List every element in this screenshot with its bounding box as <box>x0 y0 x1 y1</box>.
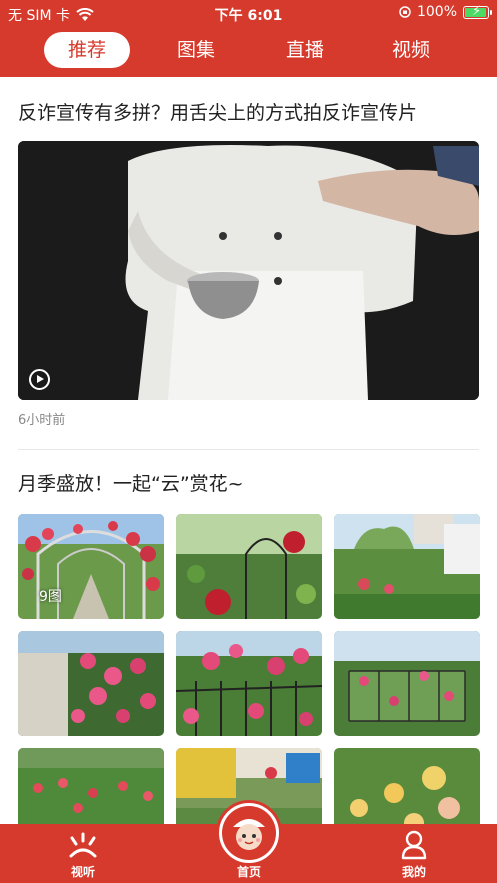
top-header: 无 SIM 卡 下午 6:01 100% ⚡ 推荐 图集 直播 视频 <box>0 0 497 77</box>
photo-thumb[interactable] <box>176 514 322 619</box>
publish-time: 6小时前 <box>18 413 66 428</box>
battery-icon: ⚡ <box>463 4 492 19</box>
tab-gallery[interactable]: 图集 <box>172 32 220 68</box>
tab-live[interactable]: 直播 <box>281 32 329 68</box>
category-tabs: 推荐 图集 直播 视频 <box>0 30 497 70</box>
home-center-button[interactable] <box>216 800 282 866</box>
photo-thumb[interactable]: 9图 <box>18 514 164 619</box>
article-title[interactable]: 反诈宣传有多拼？用舌尖上的方式拍反诈宣传片 <box>18 98 417 125</box>
battery-percent: 100% <box>416 4 457 20</box>
photo-thumb[interactable] <box>18 631 164 736</box>
feed[interactable]: 反诈宣传有多拼？用舌尖上的方式拍反诈宣传片 6小时前 月季盛放！一起“云”赏花~ <box>0 77 497 824</box>
tab-recommend[interactable]: 推荐 <box>44 32 130 68</box>
photo-thumb[interactable] <box>334 748 480 824</box>
gallery-title[interactable]: 月季盛放！一起“云”赏花~ <box>18 469 244 496</box>
tab-video[interactable]: 视频 <box>387 32 435 68</box>
image-count-badge: 9图 <box>39 589 62 605</box>
nav-label: 视听 <box>70 865 95 879</box>
nav-mine[interactable]: 我的 <box>374 824 454 883</box>
photo-thumb[interactable] <box>334 631 480 736</box>
mascot-logo-icon <box>222 806 276 860</box>
video-frame-image <box>18 141 479 400</box>
divider <box>18 449 479 450</box>
photo-thumb[interactable] <box>18 748 164 824</box>
user-icon <box>401 830 427 860</box>
status-bar: 无 SIM 卡 下午 6:01 100% ⚡ <box>0 0 497 27</box>
photo-thumb[interactable] <box>176 631 322 736</box>
play-icon[interactable] <box>29 369 50 390</box>
photo-thumb[interactable] <box>334 514 480 619</box>
video-thumbnail[interactable] <box>18 141 479 400</box>
sun-rays-icon <box>69 832 97 858</box>
nav-label: 我的 <box>401 865 426 879</box>
orientation-lock-icon <box>399 6 411 18</box>
nav-audiovisual[interactable]: 视听 <box>43 824 123 883</box>
